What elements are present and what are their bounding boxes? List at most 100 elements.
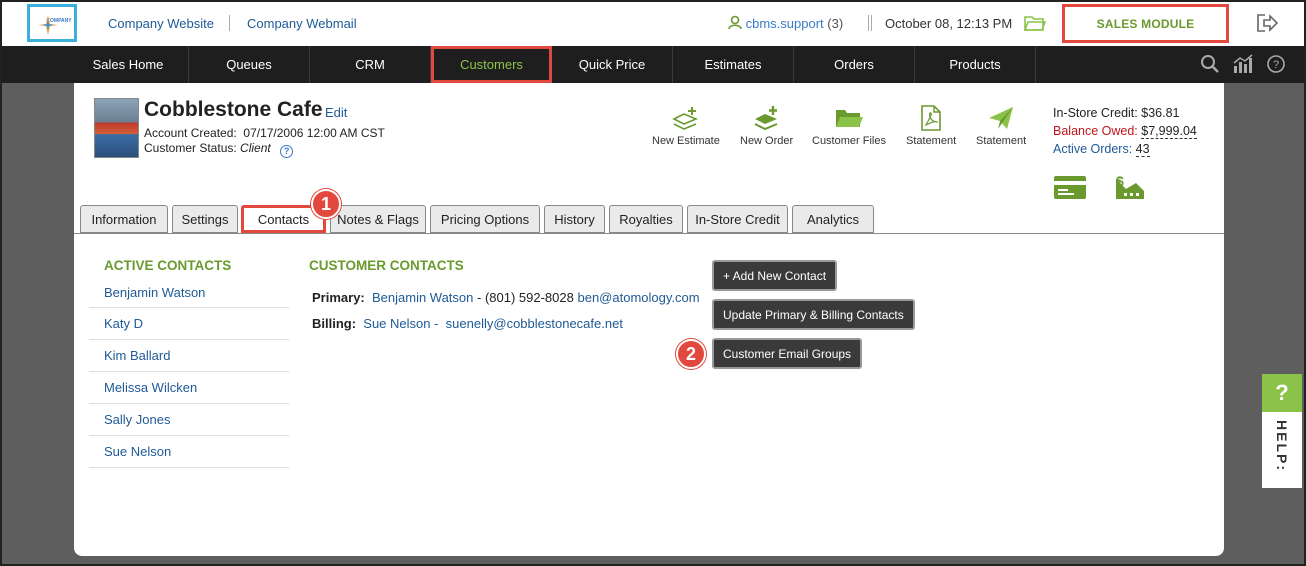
svg-text:?: ?	[1273, 59, 1279, 71]
balance-owed: Balance Owed: $7,999.04	[1053, 122, 1197, 140]
new-order-action[interactable]: New Order	[740, 105, 793, 147]
search-icon[interactable]	[1200, 54, 1220, 74]
instore-credit: In-Store Credit: $36.81	[1053, 104, 1197, 122]
balance-owed-value[interactable]: $7,999.04	[1141, 124, 1197, 139]
primary-name-link[interactable]: Benjamin Watson	[372, 290, 473, 305]
tab-history[interactable]: History	[544, 205, 605, 233]
sales-module-button[interactable]: SALES MODULE	[1062, 4, 1229, 43]
tab-settings[interactable]: Settings	[172, 205, 238, 233]
customer-files-action[interactable]: Customer Files	[812, 105, 886, 147]
active-orders-value[interactable]: 43	[1135, 142, 1150, 157]
billing-name-link[interactable]: Sue Nelson -	[363, 316, 438, 331]
edit-customer-link[interactable]: Edit	[325, 105, 347, 120]
user-count: (3)	[827, 16, 844, 31]
new-estimate-icon	[672, 107, 699, 130]
primary-contact-row: Primary: Benjamin Watson - (801) 592-802…	[312, 290, 700, 305]
step-badge-2: 2	[676, 339, 706, 369]
active-contacts-title: ACTIVE CONTACTS	[104, 258, 232, 273]
customer-thumbnail	[94, 98, 139, 158]
logo-icon	[38, 15, 58, 35]
top-bar: COMPANY Company Website Company Webmail …	[0, 0, 1306, 46]
new-estimate-action[interactable]: New Estimate	[652, 105, 720, 147]
company-webmail-link[interactable]: Company Webmail	[247, 16, 357, 31]
statement-pdf-action[interactable]: Statement	[906, 105, 956, 147]
step-badge-1: 1	[311, 189, 341, 219]
nav-estimates[interactable]: Estimates	[673, 46, 794, 83]
add-new-contact-button[interactable]: + Add New Contact	[712, 260, 838, 291]
list-item[interactable]: Benjamin Watson	[89, 277, 289, 308]
help-widget[interactable]: ? HELP:	[1262, 374, 1302, 488]
nav-queues[interactable]: Queues	[189, 46, 310, 83]
nav-icons: ?	[1200, 54, 1286, 74]
customer-contacts-title: CUSTOMER CONTACTS	[309, 258, 464, 273]
customer-panel: Cobblestone Cafe Edit Account Created: 0…	[74, 83, 1224, 556]
primary-phone: - (801) 592-8028	[477, 290, 574, 305]
nav-crm[interactable]: CRM	[310, 46, 431, 83]
nav-quick-price[interactable]: Quick Price	[552, 46, 673, 83]
analytics-icon[interactable]	[1232, 54, 1254, 74]
help-label: HELP:	[1274, 420, 1290, 472]
nav-products[interactable]: Products	[915, 46, 1036, 83]
datetime: October 08, 12:13 PM	[885, 16, 1013, 31]
company-logo[interactable]: COMPANY	[27, 4, 77, 42]
svg-text:$: $	[1116, 173, 1124, 189]
list-item[interactable]: Kim Ballard	[89, 340, 289, 372]
active-contacts-list: Benjamin Watson Katy D Kim Ballard Melis…	[89, 277, 289, 468]
tab-royalties[interactable]: Royalties	[609, 205, 683, 233]
help-circle-icon[interactable]: ?	[1266, 54, 1286, 74]
user-menu[interactable]: cbms.support (3)	[728, 15, 843, 31]
tab-notes-flags[interactable]: Notes & Flags	[330, 205, 426, 233]
divider	[229, 15, 230, 31]
tab-information[interactable]: Information	[80, 205, 168, 233]
logout-icon[interactable]	[1256, 13, 1278, 33]
customer-status-value: Client	[240, 141, 271, 155]
payment-icon[interactable]: $	[1108, 173, 1148, 201]
username: cbms.support	[745, 16, 824, 31]
credit-card-icon[interactable]	[1053, 173, 1087, 201]
balance-owed-label: Balance Owed:	[1053, 124, 1138, 138]
tab-instore-credit[interactable]: In-Store Credit	[687, 205, 788, 233]
help-question-icon: ?	[1262, 374, 1302, 412]
new-order-label: New Order	[740, 135, 794, 147]
update-contacts-button[interactable]: Update Primary & Billing Contacts	[712, 299, 915, 330]
customer-status-label: Customer Status:	[144, 141, 237, 155]
account-created-label: Account Created:	[144, 126, 237, 140]
pdf-icon	[921, 105, 941, 131]
tab-divider	[74, 233, 1224, 234]
active-orders: Active Orders: 43	[1053, 140, 1197, 158]
primary-email-link[interactable]: ben@atomology.com	[577, 290, 699, 305]
tab-analytics[interactable]: Analytics	[792, 205, 874, 233]
list-item[interactable]: Sue Nelson	[89, 436, 289, 468]
nav-orders[interactable]: Orders	[794, 46, 915, 83]
statement-send-action[interactable]: Statement	[976, 105, 1026, 147]
tab-pricing-options[interactable]: Pricing Options	[430, 205, 540, 233]
customer-name: Cobblestone Cafe	[144, 98, 323, 121]
nav-sales-home[interactable]: Sales Home	[68, 46, 189, 83]
billing-contact-row: Billing: Sue Nelson - suenelly@cobblesto…	[312, 316, 623, 331]
statement-send-label: Statement	[976, 135, 1027, 147]
send-icon	[989, 107, 1014, 129]
main-nav: Sales Home Queues CRM Customers Quick Pr…	[0, 46, 1306, 83]
account-created-value: 07/17/2006 12:00 AM CST	[243, 126, 385, 140]
company-website-link[interactable]: Company Website	[108, 16, 214, 31]
list-item[interactable]: Katy D	[89, 308, 289, 340]
new-order-icon	[754, 106, 777, 131]
folder-icon[interactable]	[1024, 14, 1046, 32]
nav-customers[interactable]: Customers	[431, 46, 552, 83]
statement-pdf-label: Statement	[906, 135, 957, 147]
instore-credit-label: In-Store Credit:	[1053, 106, 1138, 120]
list-item[interactable]: Melissa Wilcken	[89, 372, 289, 404]
user-icon	[728, 15, 742, 30]
customer-status: Customer Status: Client ?	[144, 141, 294, 158]
account-created: Account Created: 07/17/2006 12:00 AM CST	[144, 126, 385, 140]
credit-summary: In-Store Credit: $36.81 Balance Owed: $7…	[1053, 104, 1197, 158]
customer-files-icon	[835, 110, 863, 127]
instore-credit-value: $36.81	[1141, 106, 1180, 120]
active-orders-label[interactable]: Active Orders:	[1053, 142, 1132, 156]
new-estimate-label: New Estimate	[652, 135, 720, 147]
customer-email-groups-button[interactable]: Customer Email Groups	[712, 338, 863, 369]
billing-email-link[interactable]: suenelly@cobblestonecafe.net	[446, 316, 623, 331]
list-item[interactable]: Sally Jones	[89, 404, 289, 436]
status-help-icon[interactable]: ?	[280, 144, 294, 158]
billing-label: Billing:	[312, 316, 357, 331]
